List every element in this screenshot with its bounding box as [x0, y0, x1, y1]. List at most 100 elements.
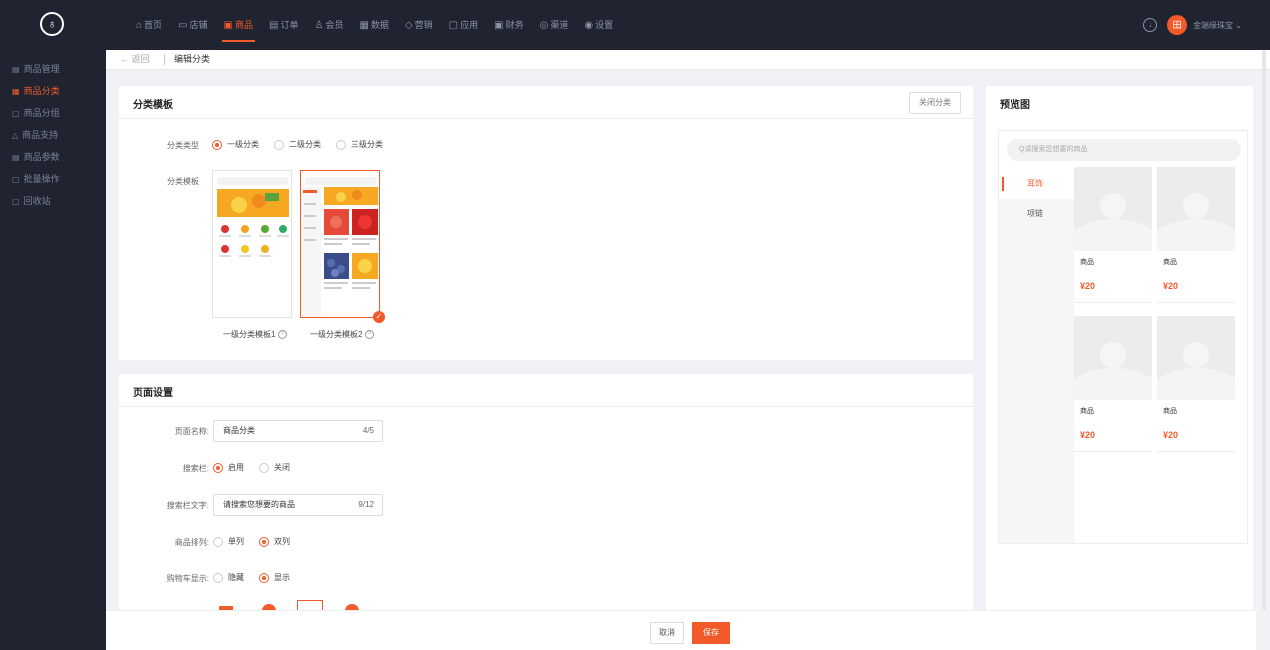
- radio-level2[interactable]: 二级分类: [274, 139, 321, 150]
- page-scrollbar[interactable]: [1262, 50, 1266, 610]
- back-link[interactable]: ← 返回: [120, 52, 150, 65]
- card-title: 页面设置: [133, 388, 173, 399]
- app-logo-icon[interactable]: ♁: [40, 12, 64, 36]
- radio-dot: [259, 536, 269, 547]
- page-name-label: 页面名称:: [174, 427, 209, 436]
- product-price: ¥20: [1080, 281, 1096, 291]
- radio-level3[interactable]: 三级分类: [336, 139, 383, 150]
- nav-item-home[interactable]: ⌂ 首页: [128, 0, 170, 50]
- preview-product-card: 商品 ¥20: [1157, 167, 1235, 303]
- preview-category-item: 项链: [1027, 209, 1043, 218]
- nav-label: 首页: [144, 20, 163, 30]
- data-icon: ▦: [359, 20, 369, 31]
- sidebar-item-label: 批量操作: [23, 174, 60, 184]
- recycle-icon: ▢: [12, 197, 20, 206]
- template-2-thumbnail: [301, 177, 378, 317]
- store-icon: ▭: [178, 20, 188, 31]
- nav-item-member[interactable]: ♙ 会员: [306, 0, 351, 50]
- sidebar-item-batch[interactable]: ▢ 批量操作: [0, 168, 106, 190]
- sidebar-item-goods-manage[interactable]: ▤ 商品管理: [0, 58, 106, 80]
- app-icon: ▢: [448, 20, 459, 31]
- preview-product-card: 商品 ¥20: [1074, 316, 1152, 452]
- template-name: 一级分类模板2: [310, 330, 363, 339]
- sidebar-item-label: 商品分类: [23, 86, 60, 96]
- goods-icon: ▣: [223, 20, 233, 31]
- batch-icon: ▢: [12, 175, 20, 184]
- nav-item-order[interactable]: ▤ 订单: [261, 0, 306, 50]
- radio-level1[interactable]: 一级分类: [212, 139, 259, 150]
- nav-item-data[interactable]: ▦ 数据: [351, 0, 396, 50]
- preview-product-card: 商品 ¥20: [1157, 316, 1235, 452]
- radio-cart-show[interactable]: 显示: [259, 572, 290, 583]
- sidebar-item-goods-group[interactable]: ▢ 商品分组: [0, 102, 106, 124]
- search-text-input[interactable]: 请搜索您想要的商品 9/12: [213, 494, 383, 516]
- category-type-label: 分类类型: [167, 141, 199, 150]
- sidebar-item-goods-support[interactable]: △ 商品支持: [0, 124, 106, 146]
- product-image-placeholder: [1157, 316, 1235, 400]
- radio-label: 显示: [274, 573, 290, 582]
- save-button[interactable]: 保存: [692, 622, 730, 644]
- product-name: 商品: [1080, 408, 1094, 415]
- nav-item-goods[interactable]: ▣ 商品: [216, 0, 261, 50]
- sidebar-item-goods-param[interactable]: ▤ 商品参数: [0, 146, 106, 168]
- template-option-1[interactable]: [212, 170, 292, 318]
- sidebar: ▤ 商品管理 ▦ 商品分类 ▢ 商品分组 △ 商品支持 ▤ 商品参数 ▢ 批量操作 ▢ 回收站: [0, 50, 106, 650]
- radio-cart-hide[interactable]: 隐藏: [213, 572, 244, 583]
- category-template-label: 分类模板: [167, 177, 199, 186]
- template-option-2[interactable]: ✓: [300, 170, 385, 323]
- sidebar-item-recycle[interactable]: ▢ 回收站: [0, 190, 106, 212]
- radio-dot: [274, 139, 284, 150]
- selected-check-icon: ✓: [373, 311, 385, 323]
- char-count: 4/5: [362, 426, 374, 435]
- template-2-caption: 一级分类模板2 ?: [310, 329, 374, 340]
- card-title: 分类模板: [133, 100, 173, 111]
- radio-label: 一级分类: [227, 140, 259, 149]
- nav-item-store[interactable]: ▭ 店铺: [170, 0, 215, 50]
- radio-double-column[interactable]: 双列: [259, 536, 290, 547]
- grid-icon: ▦: [12, 87, 20, 96]
- radio-search-enable[interactable]: 启用: [213, 462, 244, 473]
- radio-dot: [213, 536, 223, 547]
- nav-item-finance[interactable]: ▣ 财务: [486, 0, 531, 50]
- search-bar-label: 搜索栏:: [182, 464, 209, 473]
- member-icon: ♙: [314, 20, 324, 31]
- product-price: ¥20: [1080, 430, 1096, 440]
- search-text-label: 搜索栏文字:: [166, 501, 209, 510]
- template-1-thumbnail: [217, 177, 289, 257]
- sidebar-item-goods-category[interactable]: ▦ 商品分类: [0, 80, 106, 102]
- page-name-input[interactable]: 商品分类 4/5: [213, 420, 383, 442]
- sidebar-item-label: 商品支持: [22, 130, 59, 140]
- template-name: 一级分类模板1: [223, 330, 276, 339]
- user-name-dropdown[interactable]: 金端缘珠宝 ⌄: [1193, 20, 1242, 31]
- char-count: 9/12: [358, 500, 374, 509]
- radio-search-disable[interactable]: 关闭: [259, 462, 290, 473]
- help-icon[interactable]: ?: [277, 330, 287, 340]
- help-icon[interactable]: ?: [364, 330, 374, 340]
- nav-item-channel[interactable]: ◎ 渠道: [532, 0, 577, 50]
- home-icon: ⌂: [136, 20, 143, 31]
- close-category-button[interactable]: 关闭分类: [909, 92, 961, 114]
- sidebar-item-label: 商品管理: [23, 64, 60, 74]
- main-nav: ⌂ 首页 ▭ 店铺 ▣ 商品 ▤ 订单 ♙ 会员 ▦ 数据 ◇ 营销 ▢ 应用 ▣ 财务 ◎ 渠道 …: [128, 0, 621, 50]
- param-icon: ▤: [12, 153, 20, 162]
- cart-style-option[interactable]: [297, 600, 323, 610]
- avatar[interactable]: 田: [1167, 15, 1188, 35]
- radio-label: 二级分类: [289, 140, 321, 149]
- chevron-down-icon: ⌄: [1235, 20, 1242, 30]
- product-image-placeholder: [1157, 167, 1235, 251]
- phone-preview: Q请搜索您想要的商品 耳饰 项链 商品 ¥20 商品 ¥20 商品 ¥20 商品…: [998, 130, 1248, 544]
- finance-icon: ▣: [494, 20, 504, 31]
- nav-item-app[interactable]: ▢ 应用: [441, 0, 486, 50]
- top-navigation-bar: ♁ ⌂ 首页 ▭ 店铺 ▣ 商品 ▤ 订单 ♙ 会员 ▦ 数据 ◇ 营销 ▢ 应用 ▣ 财务 ◎ 渠…: [0, 0, 1270, 50]
- radio-single-column[interactable]: 单列: [213, 536, 244, 547]
- template-1-caption: 一级分类模板1 ?: [223, 329, 287, 340]
- preview-title: 预览图: [1000, 100, 1030, 111]
- download-icon[interactable]: ↓: [1143, 18, 1158, 32]
- radio-dot: [213, 462, 223, 473]
- nav-item-marketing[interactable]: ◇ 营销: [397, 0, 441, 50]
- breadcrumb: ← 返回 编辑分类: [106, 50, 1270, 70]
- product-price: ¥20: [1163, 430, 1179, 440]
- cancel-button[interactable]: 取消: [650, 622, 684, 644]
- nav-item-settings[interactable]: ◉ 设置: [576, 0, 621, 50]
- sidebar-item-label: 商品分组: [23, 108, 60, 118]
